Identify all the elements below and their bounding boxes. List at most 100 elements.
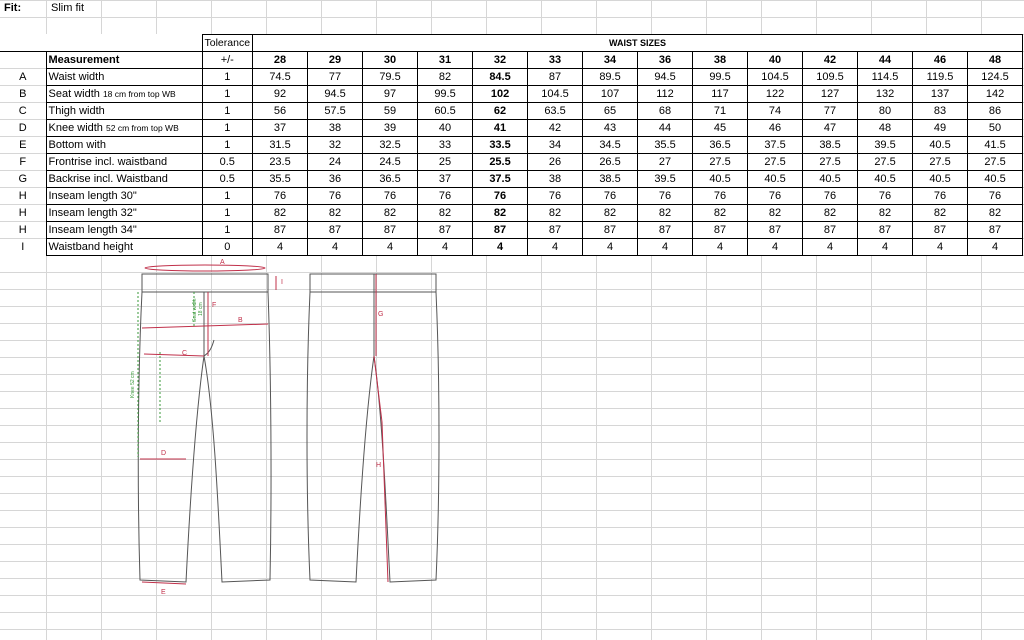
- size-value[interactable]: 82: [692, 204, 749, 222]
- size-value[interactable]: 4: [637, 238, 694, 256]
- size-value[interactable]: 68: [637, 102, 694, 120]
- tolerance-value[interactable]: 0.5: [201, 153, 254, 171]
- size-value[interactable]: 37: [252, 119, 309, 137]
- size-value[interactable]: 102: [472, 85, 529, 103]
- size-value[interactable]: 40.5: [912, 170, 969, 188]
- size-value[interactable]: 50: [967, 119, 1024, 137]
- size-value[interactable]: 24: [307, 153, 364, 171]
- size-value[interactable]: 60.5: [417, 102, 474, 120]
- size-value[interactable]: 39: [362, 119, 419, 137]
- size-value[interactable]: 4: [527, 238, 584, 256]
- size-value[interactable]: 76: [802, 187, 859, 205]
- size-value[interactable]: 87: [362, 221, 419, 239]
- size-value[interactable]: 82: [582, 204, 639, 222]
- size-value[interactable]: 82: [472, 204, 529, 222]
- size-value[interactable]: 40.5: [692, 170, 749, 188]
- size-value[interactable]: 23.5: [252, 153, 309, 171]
- size-value[interactable]: 94.5: [307, 85, 364, 103]
- tolerance-value[interactable]: 1: [201, 102, 254, 120]
- size-value[interactable]: 124.5: [967, 68, 1024, 86]
- size-value[interactable]: 44: [637, 119, 694, 137]
- size-value[interactable]: 46: [747, 119, 804, 137]
- size-value[interactable]: 76: [527, 187, 584, 205]
- size-value[interactable]: 43: [582, 119, 639, 137]
- size-value[interactable]: 109.5: [802, 68, 859, 86]
- size-value[interactable]: 37: [417, 170, 474, 188]
- size-value[interactable]: 77: [307, 68, 364, 86]
- size-value[interactable]: 104.5: [527, 85, 584, 103]
- size-value[interactable]: 27.5: [692, 153, 749, 171]
- size-value[interactable]: 76: [912, 187, 969, 205]
- size-value[interactable]: 39.5: [857, 136, 914, 154]
- size-value[interactable]: 63.5: [527, 102, 584, 120]
- tolerance-value[interactable]: 1: [201, 136, 254, 154]
- tolerance-value[interactable]: 1: [201, 221, 254, 239]
- size-value[interactable]: 80: [857, 102, 914, 120]
- size-value[interactable]: 24.5: [362, 153, 419, 171]
- size-value[interactable]: 74: [747, 102, 804, 120]
- size-value[interactable]: 76: [472, 187, 529, 205]
- size-value[interactable]: 76: [637, 187, 694, 205]
- size-value[interactable]: 82: [637, 204, 694, 222]
- size-value[interactable]: 40.5: [747, 170, 804, 188]
- fit-value[interactable]: Slim fit: [51, 0, 84, 17]
- size-value[interactable]: 32: [307, 136, 364, 154]
- size-value[interactable]: 122: [747, 85, 804, 103]
- size-value[interactable]: 76: [857, 187, 914, 205]
- size-value[interactable]: 27.5: [747, 153, 804, 171]
- size-value[interactable]: 33.5: [472, 136, 529, 154]
- size-value[interactable]: 27.5: [967, 153, 1024, 171]
- size-value[interactable]: 114.5: [857, 68, 914, 86]
- size-value[interactable]: 38.5: [582, 170, 639, 188]
- size-value[interactable]: 76: [582, 187, 639, 205]
- size-value[interactable]: 87: [582, 221, 639, 239]
- size-value[interactable]: 37.5: [747, 136, 804, 154]
- size-value[interactable]: 25.5: [472, 153, 529, 171]
- size-value[interactable]: 84.5: [472, 68, 529, 86]
- size-value[interactable]: 76: [252, 187, 309, 205]
- size-value[interactable]: 99.5: [417, 85, 474, 103]
- size-value[interactable]: 42: [527, 119, 584, 137]
- tolerance-value[interactable]: 1: [201, 68, 254, 86]
- size-value[interactable]: 87: [472, 221, 529, 239]
- size-value[interactable]: 77: [802, 102, 859, 120]
- size-value[interactable]: 35.5: [252, 170, 309, 188]
- size-value[interactable]: 57.5: [307, 102, 364, 120]
- size-value[interactable]: 37.5: [472, 170, 529, 188]
- size-value[interactable]: 27: [637, 153, 694, 171]
- size-value[interactable]: 87: [637, 221, 694, 239]
- size-value[interactable]: 40.5: [857, 170, 914, 188]
- size-value[interactable]: 32.5: [362, 136, 419, 154]
- size-value[interactable]: 40.5: [912, 136, 969, 154]
- size-value[interactable]: 76: [362, 187, 419, 205]
- size-value[interactable]: 117: [692, 85, 749, 103]
- size-value[interactable]: 4: [747, 238, 804, 256]
- size-value[interactable]: 56: [252, 102, 309, 120]
- size-value[interactable]: 87: [747, 221, 804, 239]
- size-value[interactable]: 40.5: [967, 170, 1024, 188]
- size-value[interactable]: 127: [802, 85, 859, 103]
- size-value[interactable]: 40.5: [802, 170, 859, 188]
- size-value[interactable]: 87: [527, 68, 584, 86]
- size-value[interactable]: 47: [802, 119, 859, 137]
- size-value[interactable]: 83: [912, 102, 969, 120]
- tolerance-value[interactable]: 1: [201, 119, 254, 137]
- size-value[interactable]: 34.5: [582, 136, 639, 154]
- tolerance-value[interactable]: 1: [201, 85, 254, 103]
- size-value[interactable]: 82: [802, 204, 859, 222]
- size-value[interactable]: 4: [692, 238, 749, 256]
- size-value[interactable]: 142: [967, 85, 1024, 103]
- size-value[interactable]: 87: [417, 221, 474, 239]
- size-value[interactable]: 82: [417, 68, 474, 86]
- size-value[interactable]: 49: [912, 119, 969, 137]
- size-value[interactable]: 87: [912, 221, 969, 239]
- size-value[interactable]: 74.5: [252, 68, 309, 86]
- size-value[interactable]: 34: [527, 136, 584, 154]
- size-value[interactable]: 87: [967, 221, 1024, 239]
- size-value[interactable]: 71: [692, 102, 749, 120]
- size-value[interactable]: 132: [857, 85, 914, 103]
- size-value[interactable]: 87: [527, 221, 584, 239]
- size-value[interactable]: 76: [307, 187, 364, 205]
- size-value[interactable]: 65: [582, 102, 639, 120]
- size-value[interactable]: 4: [802, 238, 859, 256]
